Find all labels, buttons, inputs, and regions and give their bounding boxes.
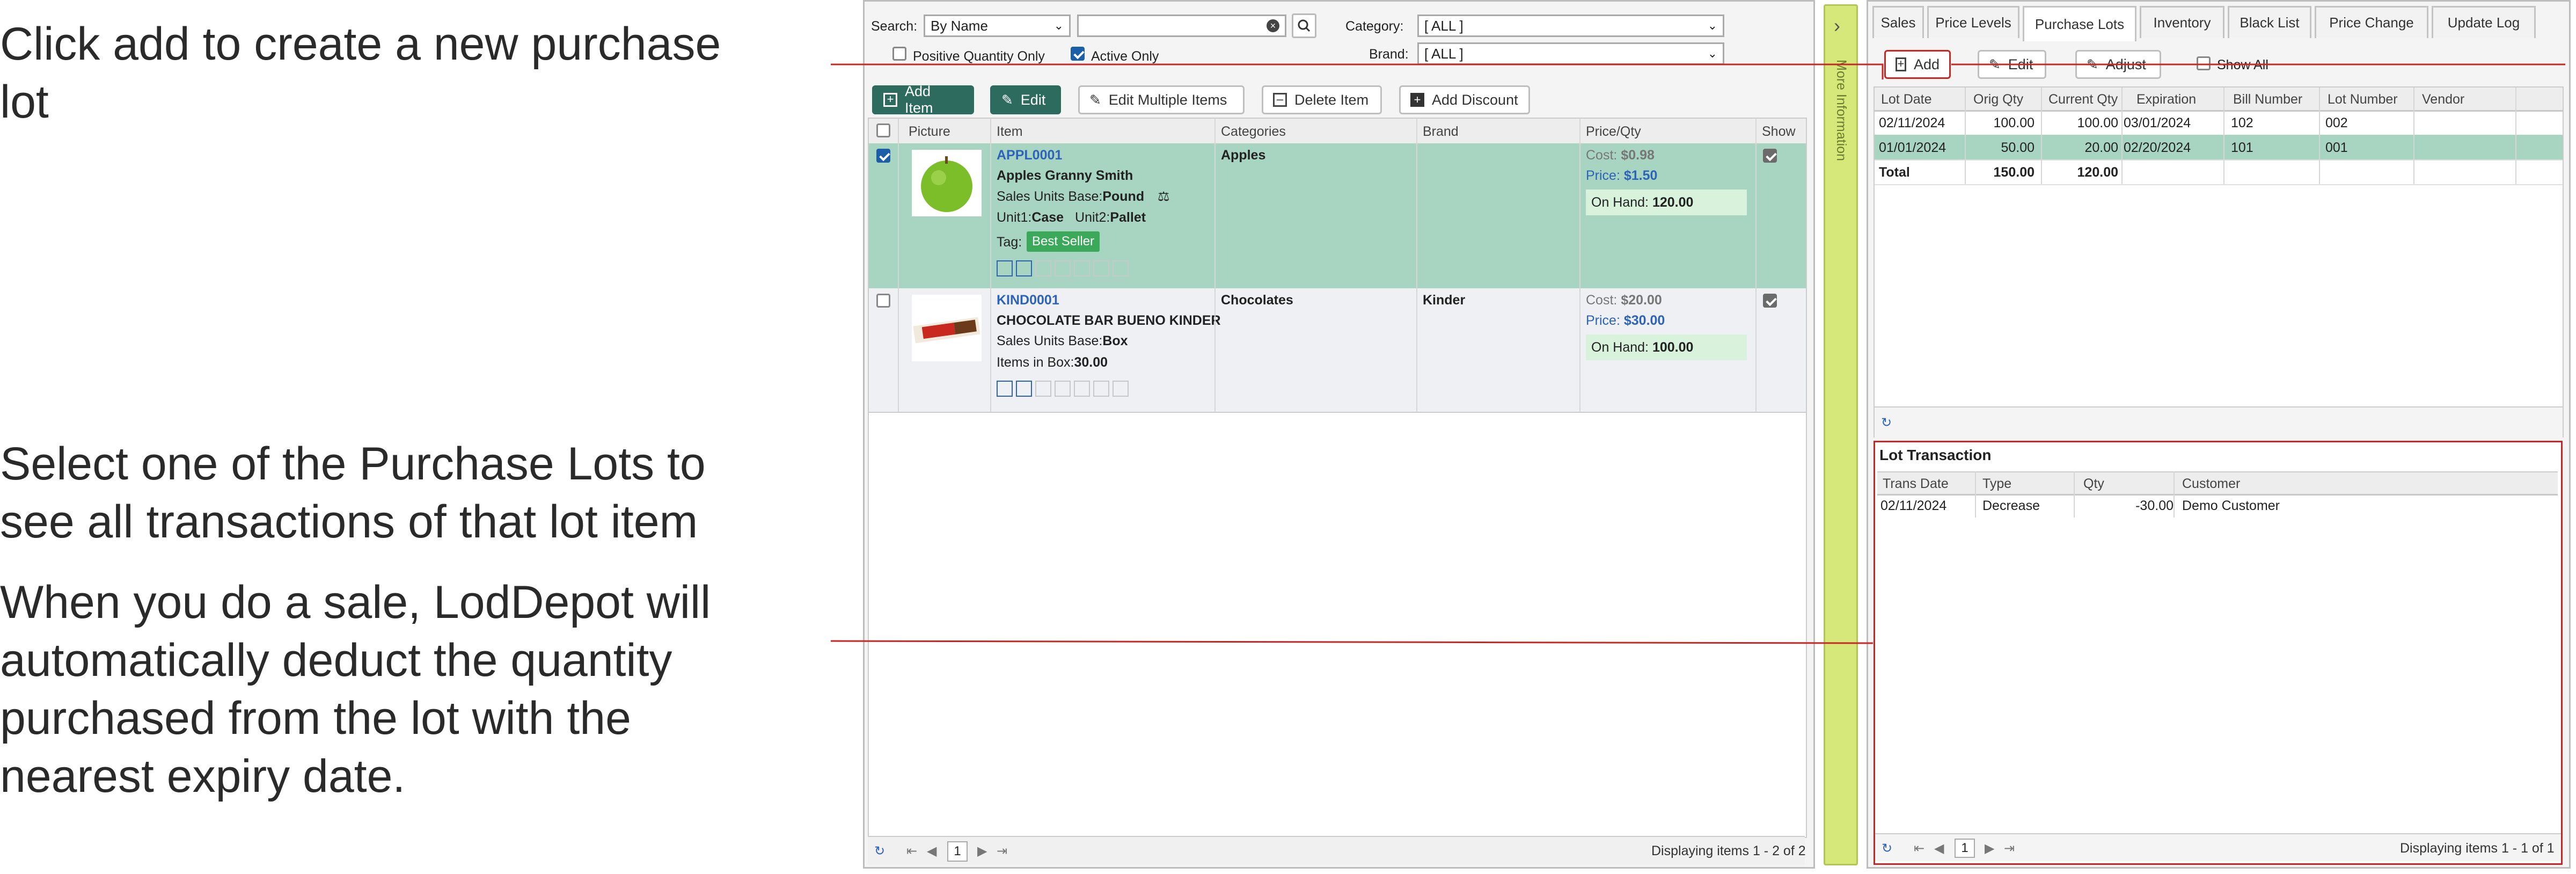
annotation-lines (830, 63, 2565, 644)
transaction-annotation-line (830, 640, 1874, 644)
add-annotation-line (831, 63, 1884, 79)
